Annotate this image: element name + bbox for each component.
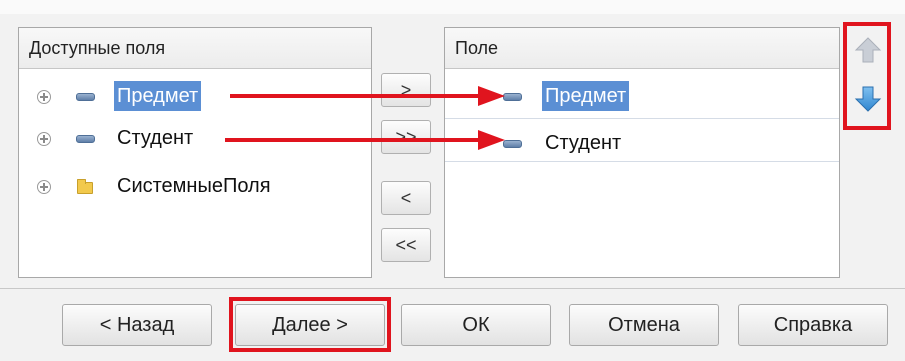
back-button[interactable]: < Назад: [62, 304, 212, 346]
help-button[interactable]: Справка: [738, 304, 888, 346]
footer-divider: [0, 288, 905, 289]
ok-button[interactable]: ОК: [401, 304, 551, 346]
arrow-student: [225, 130, 505, 150]
arrow-predmet: [230, 86, 505, 106]
next-button-highlight: [229, 297, 391, 352]
cancel-button[interactable]: Отмена: [569, 304, 719, 346]
